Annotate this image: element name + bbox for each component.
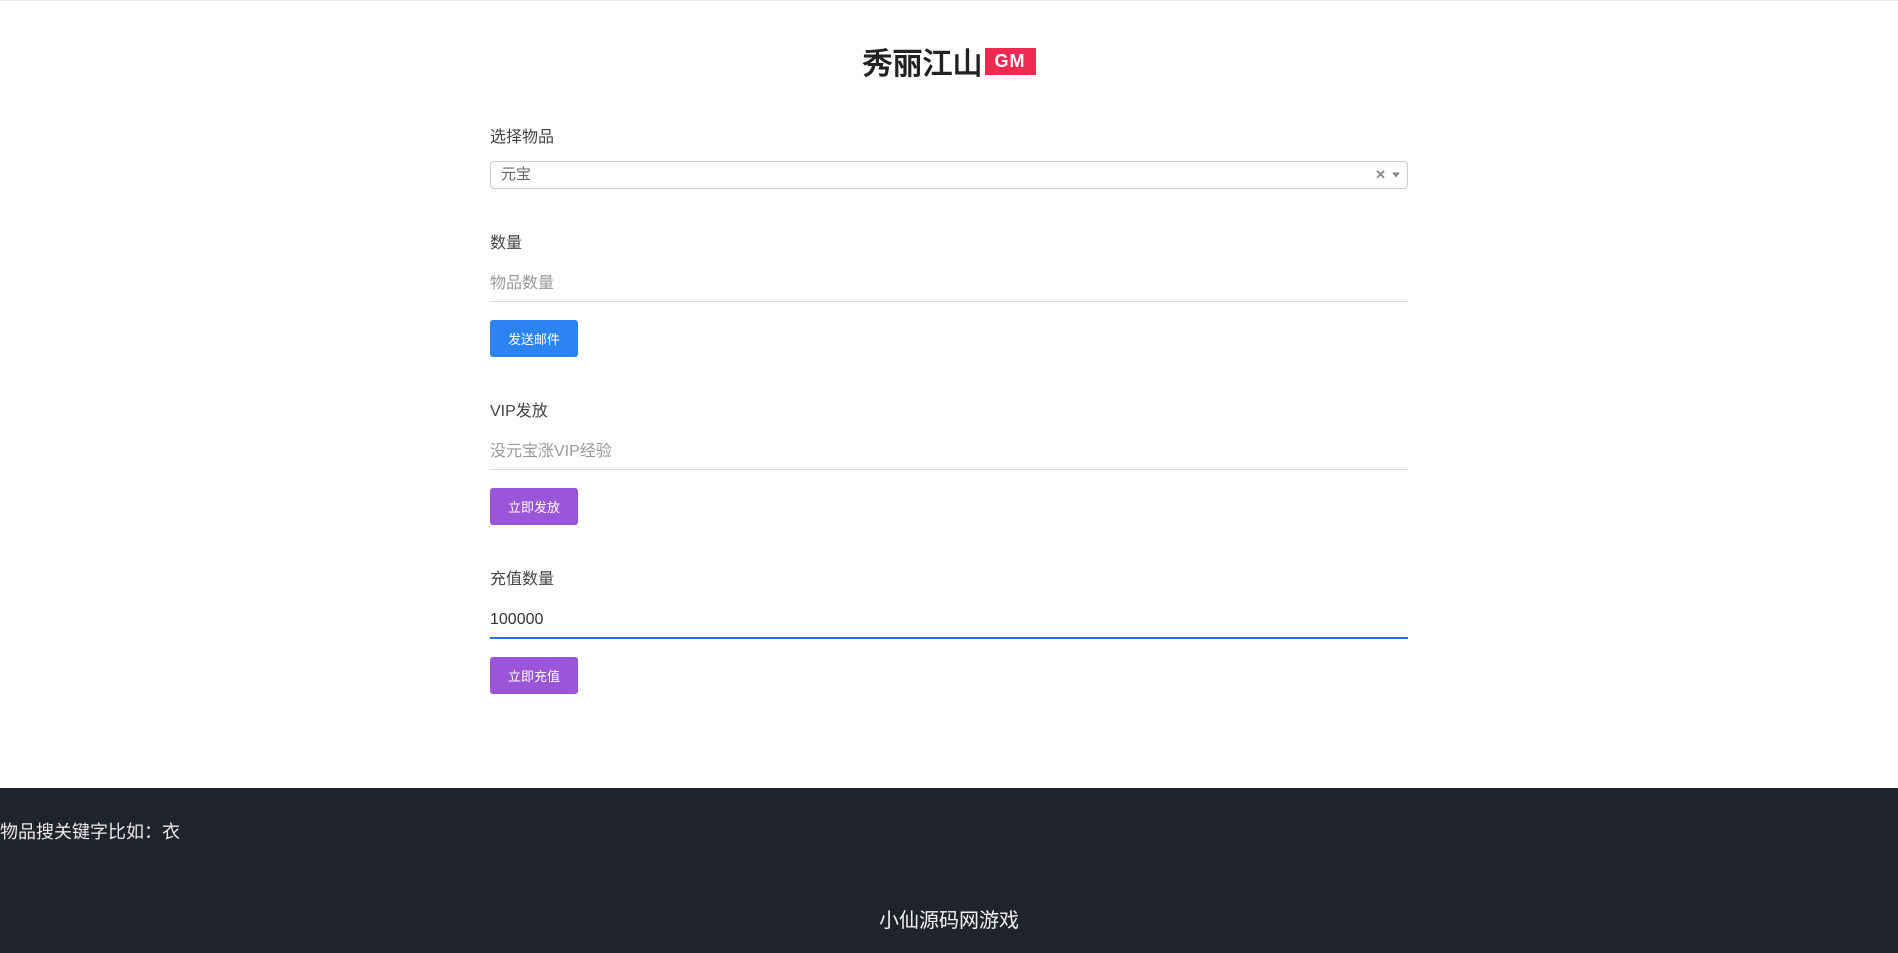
select-item-value[interactable]: 元宝: [490, 161, 1408, 189]
vip-grant-input[interactable]: [490, 435, 1408, 470]
footer: 物品搜关键字比如：衣 小仙源码网游戏: [0, 788, 1898, 953]
vip-grant-label: VIP发放: [490, 397, 1408, 421]
gm-badge: GM: [985, 48, 1036, 75]
vip-grant-group: VIP发放 立即发放: [490, 397, 1408, 525]
quantity-label: 数量: [490, 229, 1408, 253]
form-container: 选择物品 元宝 ✕ 数量 发送邮件 VIP发放 立即发放: [490, 123, 1408, 772]
title-text: 秀丽江山: [863, 39, 983, 83]
chevron-down-icon[interactable]: [1392, 173, 1400, 178]
footer-brand: 小仙源码网游戏: [0, 904, 1898, 933]
select-item-label: 选择物品: [490, 123, 1408, 147]
recharge-group: 充值数量 立即充值: [490, 565, 1408, 694]
recharge-amount-label: 充值数量: [490, 565, 1408, 589]
quantity-group: 数量 发送邮件: [490, 229, 1408, 357]
select-item-group: 选择物品 元宝 ✕: [490, 123, 1408, 189]
recharge-now-button[interactable]: 立即充值: [490, 657, 578, 694]
select-item-control[interactable]: 元宝 ✕: [490, 161, 1408, 189]
send-mail-button[interactable]: 发送邮件: [490, 320, 578, 357]
recharge-amount-input[interactable]: [490, 603, 1408, 639]
page-title: 秀丽江山 GM: [0, 39, 1898, 83]
select-clear-icon[interactable]: ✕: [1375, 167, 1386, 183]
grant-now-button[interactable]: 立即发放: [490, 488, 578, 525]
quantity-input[interactable]: [490, 267, 1408, 302]
footer-hint: 物品搜关键字比如：衣: [0, 818, 1898, 844]
